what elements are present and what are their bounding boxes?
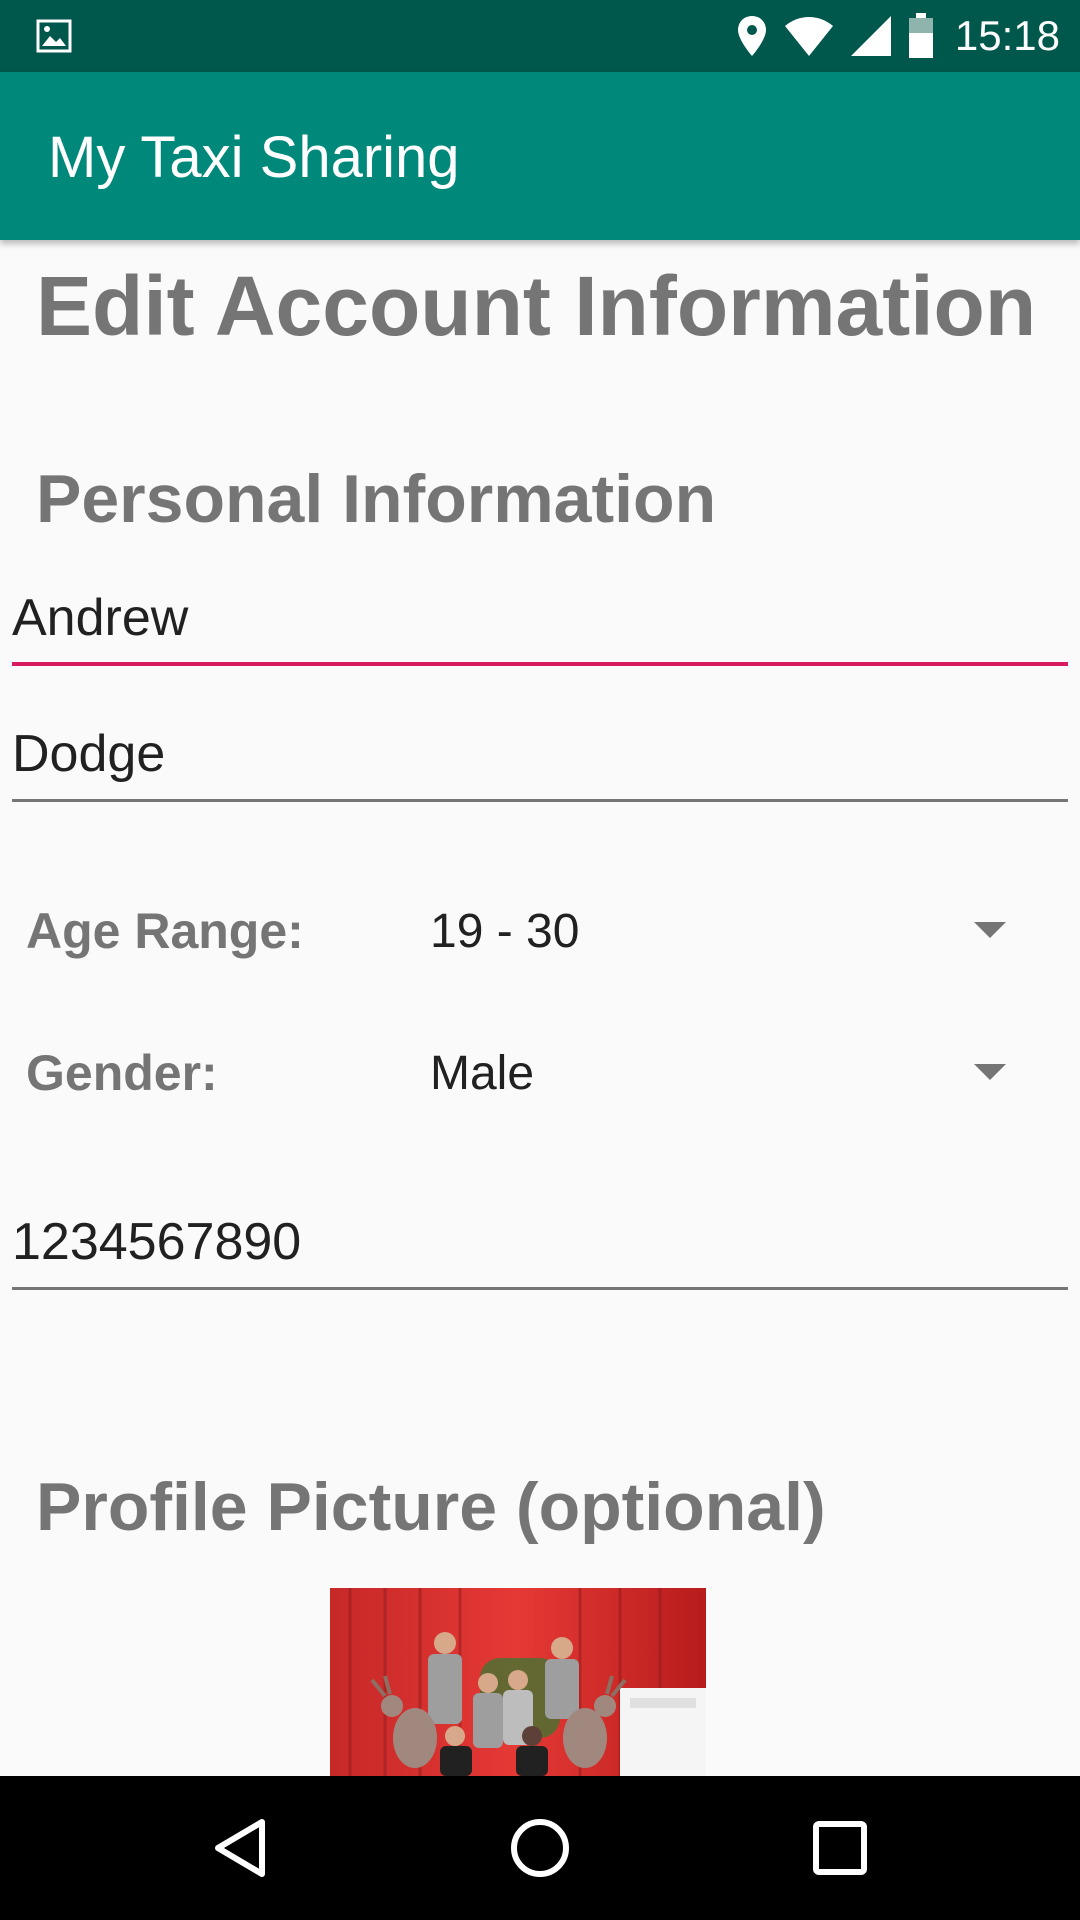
app-title: My Taxi Sharing: [48, 125, 460, 190]
clock: 15:18: [954, 12, 1060, 59]
wifi-icon: [784, 17, 833, 56]
signal-icon: [850, 16, 891, 56]
personal-information-heading: Personal Information: [36, 461, 717, 537]
home-icon[interactable]: [504, 1812, 576, 1884]
phone-number-value: 1234567890: [12, 1213, 302, 1271]
gender-label: Gender:: [26, 1045, 218, 1101]
profile-photo-image: [330, 1588, 706, 1776]
profile-picture-heading: Profile Picture (optional): [36, 1469, 826, 1545]
recents-icon[interactable]: [804, 1812, 876, 1884]
back-icon[interactable]: [204, 1812, 276, 1884]
navigation-bar: [0, 1776, 1080, 1920]
app-bar: My Taxi Sharing: [0, 72, 1080, 240]
gender-dropdown[interactable]: Male: [400, 1028, 1060, 1118]
gender-row: Gender: Male: [0, 1028, 1080, 1118]
page-title: Edit Account Information: [36, 259, 1037, 353]
phone-number-field[interactable]: 1234567890: [12, 1210, 1068, 1290]
battery-icon: [908, 13, 933, 58]
image-notification-icon: [36, 19, 72, 53]
first-name-field[interactable]: Andrew: [12, 586, 1068, 666]
edit-account-form[interactable]: Edit Account Information Personal Inform…: [0, 240, 1080, 1776]
dropdown-arrow-icon: [974, 1064, 1006, 1080]
age-range-label: Age Range:: [26, 903, 304, 959]
profile-picture[interactable]: [330, 1588, 706, 1776]
last-name-value: Dodge: [12, 725, 166, 783]
age-range-dropdown[interactable]: 19 - 30: [400, 886, 1060, 976]
age-range-value: 19 - 30: [430, 905, 580, 958]
first-name-value: Andrew: [12, 589, 189, 647]
gender-value: Male: [430, 1047, 535, 1100]
status-bar: 15:18: [0, 0, 1080, 72]
last-name-field[interactable]: Dodge: [12, 722, 1068, 802]
dropdown-arrow-icon: [974, 922, 1006, 938]
age-range-row: Age Range: 19 - 30: [0, 886, 1080, 976]
location-icon: [737, 16, 766, 56]
